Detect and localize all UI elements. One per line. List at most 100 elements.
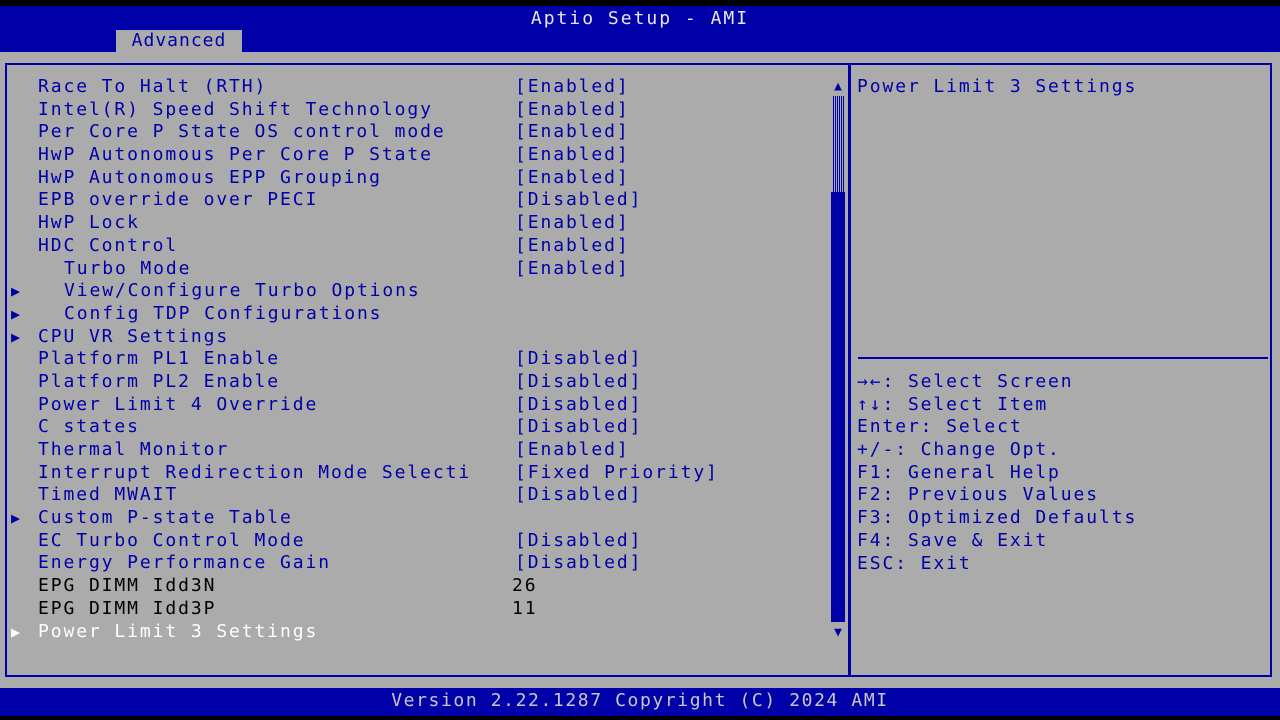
setting-value[interactable]: [Disabled] <box>515 348 642 370</box>
key-enter-select: Enter: Select <box>857 416 1023 438</box>
setting-label: Thermal Monitor <box>38 439 230 460</box>
key-previous-values: F2: Previous Values <box>857 484 1100 506</box>
setting-hwp-lock[interactable]: HwP Lock [Enabled] <box>0 212 830 235</box>
setting-power-limit-4[interactable]: Power Limit 4 Override [Disabled] <box>0 394 830 417</box>
submenu-label: Power Limit 3 Settings <box>38 620 319 642</box>
version-text: Version 2.22.1287 Copyright (C) 2024 AMI <box>391 690 889 711</box>
bottom-border <box>0 716 1280 720</box>
setting-label: HDC Control <box>38 234 179 256</box>
app-title: Aptio Setup - AMI <box>530 8 750 29</box>
submenu-label: View/Configure Turbo Options <box>64 280 421 302</box>
help-divider <box>858 357 1268 359</box>
vertical-divider <box>848 63 851 677</box>
submenu-turbo-options[interactable]: ▶ View/Configure Turbo Options <box>0 280 830 303</box>
setting-speed-shift[interactable]: Intel(R) Speed Shift Technology [Enabled] <box>0 99 830 122</box>
setting-label: Turbo Mode <box>64 257 192 279</box>
setting-hwp-autonomous-epp[interactable]: HwP Autonomous EPP Grouping [Enabled] <box>0 167 830 190</box>
setting-label: C states <box>38 416 140 438</box>
scroll-up-icon[interactable]: ▲ <box>831 80 845 94</box>
key-optimized-defaults: F3: Optimized Defaults <box>857 507 1138 529</box>
setting-value[interactable]: [Disabled] <box>515 530 642 552</box>
setting-hwp-autonomous-per-core[interactable]: HwP Autonomous Per Core P State [Enabled] <box>0 144 830 167</box>
setting-label: Interrupt Redirection Mode Selecti <box>38 461 472 483</box>
submenu-label: Custom P-state Table <box>38 507 293 529</box>
setting-label: Race To Halt (RTH) <box>38 76 268 97</box>
setting-value[interactable]: [Enabled] <box>515 212 630 234</box>
scrollbar[interactable]: ▲ ▼ <box>831 80 845 640</box>
setting-per-core-p-state-os[interactable]: Per Core P State OS control mode [Enabled… <box>0 121 830 144</box>
tab-advanced[interactable]: Advanced <box>116 30 242 52</box>
setting-value[interactable]: [Disabled] <box>515 484 642 506</box>
setting-label: HwP Autonomous Per Core P State <box>38 144 433 166</box>
info-label: EPG DIMM Idd3N <box>38 575 217 597</box>
setting-value[interactable]: [Enabled] <box>515 235 630 257</box>
setting-label: Per Core P State OS control mode <box>38 121 446 143</box>
setting-value[interactable]: [Fixed Priority] <box>515 462 719 484</box>
setting-turbo-mode[interactable]: Turbo Mode [Enabled] <box>0 258 830 281</box>
info-epg-dimm-idd3n: EPG DIMM Idd3N 26 <box>0 575 830 598</box>
setting-label: Platform PL2 Enable <box>38 370 281 392</box>
setting-value[interactable]: [Enabled] <box>515 167 630 189</box>
setting-interrupt-redirection[interactable]: Interrupt Redirection Mode Selecti [Fixed… <box>0 462 830 485</box>
key-legend: →←: Select Screen ↑↓: Select Item Enter:… <box>857 371 1137 575</box>
setting-ec-turbo-control[interactable]: EC Turbo Control Mode [Disabled] <box>0 530 830 553</box>
setting-label: Timed MWAIT <box>38 484 179 506</box>
setting-value[interactable]: [Disabled] <box>515 371 642 393</box>
setting-c-states[interactable]: C states [Disabled] <box>0 416 830 439</box>
submenu-custom-p-state-table[interactable]: ▶ Custom P-state Table <box>0 507 830 530</box>
setting-label: Energy Performance Gain <box>38 552 331 574</box>
setting-value[interactable]: [Disabled] <box>515 552 642 574</box>
setting-value[interactable]: [Enabled] <box>515 439 630 461</box>
info-value: 11 <box>512 597 538 619</box>
setting-hdc-control[interactable]: HDC Control [Enabled] <box>0 235 830 258</box>
setting-timed-mwait[interactable]: Timed MWAIT [Disabled] <box>0 484 830 507</box>
submenu-power-limit-3-settings[interactable]: ▶ Power Limit 3 Settings <box>0 621 830 644</box>
setting-value[interactable]: [Enabled] <box>515 258 630 280</box>
setting-label: Platform PL1 Enable <box>38 348 281 370</box>
title-bar: Aptio Setup - AMI Advanced <box>0 0 1280 52</box>
submenu-arrow-icon: ▶ <box>11 304 22 323</box>
setting-platform-pl2[interactable]: Platform PL2 Enable [Disabled] <box>0 371 830 394</box>
submenu-label: CPU VR Settings <box>38 325 230 347</box>
key-select-screen: →←: Select Screen <box>857 371 1074 392</box>
setting-value[interactable]: [Enabled] <box>515 99 630 121</box>
setting-value[interactable]: [Enabled] <box>515 76 630 98</box>
setting-value[interactable]: [Enabled] <box>515 121 630 143</box>
scroll-down-icon[interactable]: ▼ <box>831 626 845 640</box>
setting-label: HwP Lock <box>38 212 140 234</box>
setting-energy-performance-gain[interactable]: Energy Performance Gain [Disabled] <box>0 552 830 575</box>
submenu-arrow-icon: ▶ <box>11 622 22 641</box>
setting-value[interactable]: [Disabled] <box>515 189 642 211</box>
main-panel: Race To Halt (RTH) [Enabled] Intel(R) Spe… <box>0 52 1280 688</box>
submenu-arrow-icon: ▶ <box>11 282 22 301</box>
info-epg-dimm-idd3p: EPG DIMM Idd3P 11 <box>0 598 830 621</box>
key-esc-exit: ESC: Exit <box>857 552 972 574</box>
settings-menu: Race To Halt (RTH) [Enabled] Intel(R) Spe… <box>0 76 830 643</box>
setting-label: HwP Autonomous EPP Grouping <box>38 166 382 188</box>
scroll-thumb[interactable] <box>831 192 845 622</box>
submenu-cpu-vr-settings[interactable]: ▶ CPU VR Settings <box>0 326 830 349</box>
scroll-track[interactable] <box>832 96 844 192</box>
submenu-arrow-icon: ▶ <box>11 327 22 346</box>
footer-bar: Version 2.22.1287 Copyright (C) 2024 AMI <box>0 688 1280 720</box>
submenu-label: Config TDP Configurations <box>64 302 383 324</box>
top-border <box>0 0 1280 6</box>
setting-race-to-halt[interactable]: Race To Halt (RTH) [Enabled] <box>0 76 830 99</box>
setting-value[interactable]: [Enabled] <box>515 144 630 166</box>
key-save-exit: F4: Save & Exit <box>857 529 1049 551</box>
key-change-opt: +/-: Change Opt. <box>857 439 1061 461</box>
setting-platform-pl1[interactable]: Platform PL1 Enable [Disabled] <box>0 348 830 371</box>
info-label: EPG DIMM Idd3P <box>38 597 217 619</box>
key-select-item: ↑↓: Select Item <box>857 393 1049 415</box>
setting-label: EC Turbo Control Mode <box>38 529 306 551</box>
help-text: Power Limit 3 Settings <box>857 76 1138 97</box>
submenu-config-tdp[interactable]: ▶ Config TDP Configurations <box>0 303 830 326</box>
setting-value[interactable]: [Disabled] <box>515 394 642 416</box>
setting-label: Intel(R) Speed Shift Technology <box>38 98 433 120</box>
setting-label: EPB override over PECI <box>38 189 319 211</box>
setting-thermal-monitor[interactable]: Thermal Monitor [Enabled] <box>0 439 830 462</box>
setting-value[interactable]: [Disabled] <box>515 416 642 438</box>
setting-epb-override[interactable]: EPB override over PECI [Disabled] <box>0 189 830 212</box>
key-general-help: F1: General Help <box>857 461 1061 483</box>
submenu-arrow-icon: ▶ <box>11 509 22 528</box>
